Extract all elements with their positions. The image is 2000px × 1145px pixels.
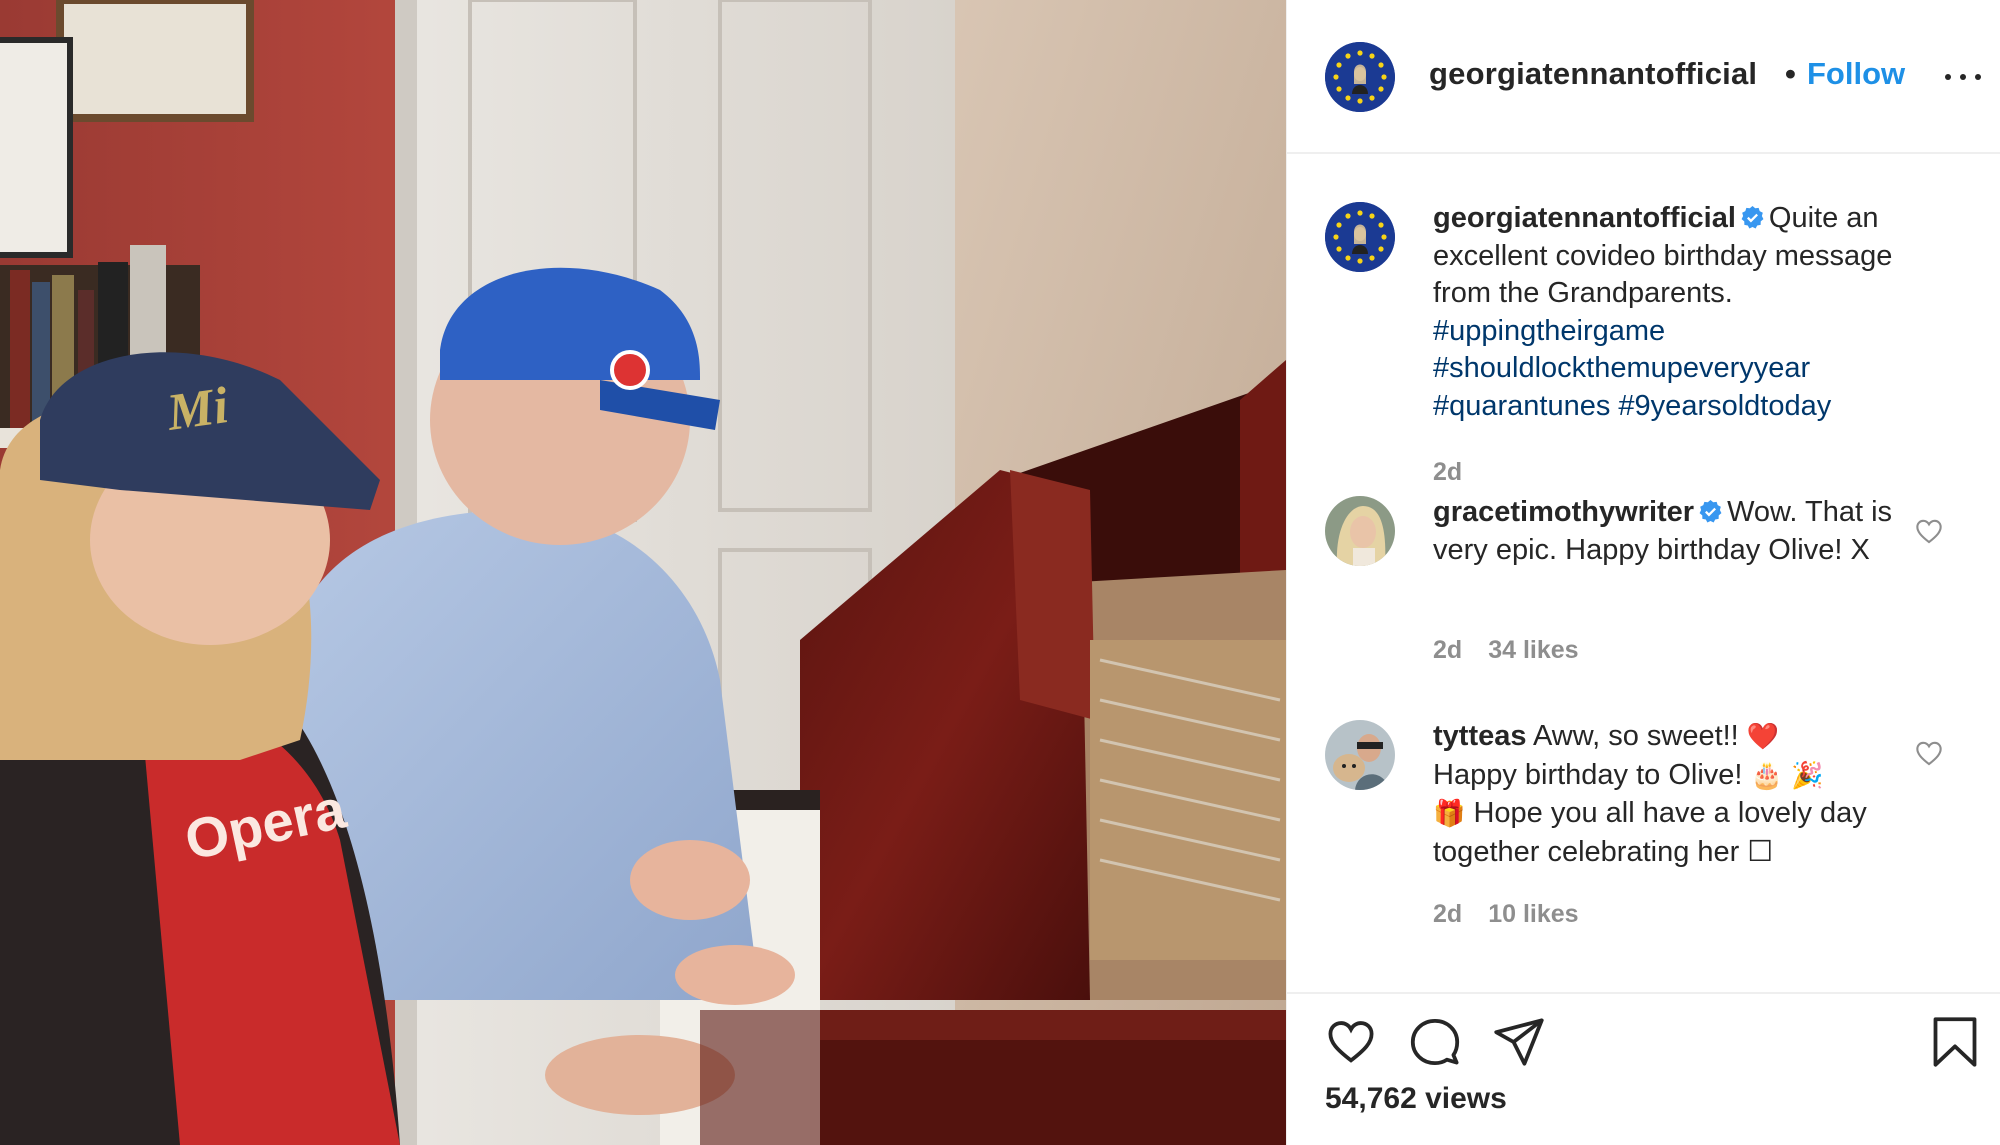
post-header: georgiatennantofficial • Follow [1287,0,2000,154]
comment-likes[interactable]: 10 likes [1488,900,1578,928]
comment-time[interactable]: 2d [1433,900,1462,928]
author-avatar[interactable] [1325,42,1395,112]
post-sidebar: georgiatennantofficial • Follow georgiat… [1286,0,2000,1145]
caption-meta: 2d [1433,458,1488,487]
comment-item: gracetimothywriter Wow. That is very epic… [1287,496,2000,728]
hashtag-link[interactable]: #quarantunes #9yearsoldtoday [1433,388,1933,426]
comment-meta: 2d 10 likes [1433,900,1605,929]
view-count[interactable]: 54,762 views [1325,1082,1507,1116]
commenter-username[interactable]: gracetimothywriter [1433,496,1694,528]
comment-text-part: Happy birthday to Olive! [1433,758,1743,791]
hashtag-link[interactable]: #uppingtheirgame [1433,313,1933,351]
share-icon[interactable] [1493,1016,1545,1068]
heart-emoji: ❤️ [1746,722,1780,752]
comment-body: tytteas Aww, so sweet!! ❤️ Happy birthda… [1433,718,1933,871]
comment-body: gracetimothywriter Wow. That is very epic… [1433,494,1933,569]
comment-likes[interactable]: 34 likes [1488,636,1578,664]
caption: georgiatennantofficial Quite an excellent… [1287,156,2000,486]
caption-time[interactable]: 2d [1433,458,1462,486]
caption-avatar[interactable] [1325,202,1395,272]
follow-button[interactable]: Follow [1807,56,1905,92]
gift-emoji: 🎁 [1433,799,1466,829]
caption-username[interactable]: georgiatennantofficial [1433,202,1736,234]
commenter-username[interactable]: tytteas [1433,720,1527,752]
comment-icon[interactable] [1409,1016,1461,1068]
comment-text-part: Aww, so sweet!! [1532,720,1739,752]
like-comment-heart-icon[interactable] [1915,518,1943,544]
verified-badge-icon [1741,206,1764,229]
cake-emoji: 🎂 [1750,760,1783,791]
more-horizontal-icon[interactable] [1943,62,1983,92]
bookmark-icon[interactable] [1929,1016,1981,1068]
post-actions: 54,762 views [1287,992,2000,1145]
commenter-avatar[interactable] [1325,720,1395,790]
author-username[interactable]: georgiatennantofficial [1429,56,1757,92]
hashtag-link[interactable]: #shouldlockthemupeveryyear [1433,350,1933,388]
heart-icon[interactable] [1325,1016,1377,1068]
comments-list[interactable]: georgiatennantofficial Quite an excellent… [1287,156,2000,992]
svg-text:Mi: Mi [163,377,233,442]
commenter-avatar[interactable] [1325,496,1395,566]
comment-text-part: Hope you all have a lovely day together … [1433,797,1867,868]
verified-badge-icon [1699,500,1722,523]
like-comment-heart-icon[interactable] [1915,740,1943,766]
caption-body: georgiatennantofficial Quite an excellent… [1433,200,1933,425]
comment-item: tytteas Aww, so sweet!! ❤️ Happy birthda… [1287,720,2000,992]
comment-meta: 2d 34 likes [1433,636,1605,665]
video-frame: Opera Mi [0,0,1286,1145]
post-video[interactable]: Opera Mi [0,0,1286,1145]
comment-time[interactable]: 2d [1433,636,1462,664]
party-emoji: 🎉 [1790,760,1824,791]
missing-glyph-box: ☐ [1747,835,1774,868]
separator-dot: • [1785,56,1796,91]
